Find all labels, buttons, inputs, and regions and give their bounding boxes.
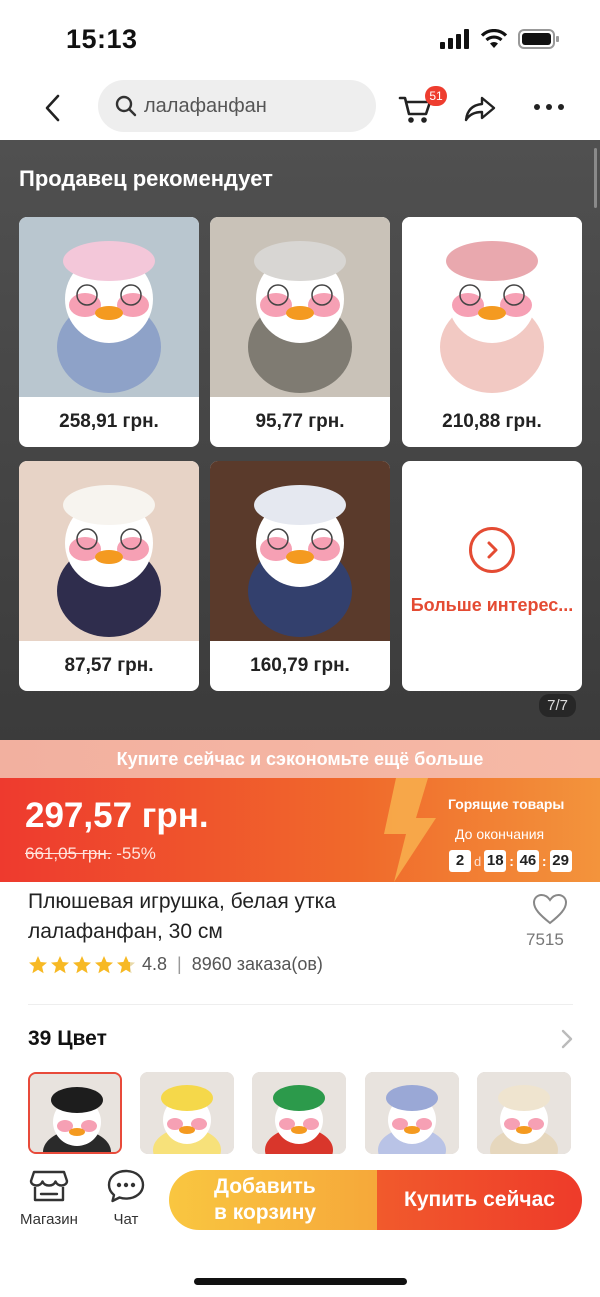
add-to-cart-label-line1: Добавить: [214, 1175, 316, 1198]
star-half-icon: [117, 955, 135, 973]
old-price: 661,05 грн.: [25, 844, 112, 863]
color-swatch-black[interactable]: [28, 1072, 122, 1154]
signal-icon: [440, 29, 469, 49]
color-swatch-christmas[interactable]: [252, 1072, 346, 1154]
color-section-expand[interactable]: [558, 1028, 576, 1055]
search-icon: [115, 95, 137, 117]
buy-now-button[interactable]: Купить сейчас: [377, 1170, 582, 1230]
star-icon: [95, 955, 113, 973]
chat-icon: [107, 1169, 145, 1203]
product-thumbnail: [19, 461, 199, 641]
search-query: лалафанфан: [144, 94, 267, 117]
product-price: 258,91 грн.: [59, 411, 159, 432]
product-price: 210,88 грн.: [442, 411, 542, 432]
chat-button[interactable]: Чат: [106, 1168, 146, 1228]
add-to-cart-label-line2: в корзину: [214, 1201, 317, 1224]
product-thumbnail: [19, 217, 199, 397]
more-horizontal-icon: [534, 104, 564, 110]
ends-in-label: До окончания: [455, 826, 545, 842]
product-price: 87,57 грн.: [64, 655, 154, 676]
star-icon: [51, 955, 69, 973]
product-card[interactable]: 160,79 грн.: [210, 461, 390, 691]
countdown-timer: 2 d 18 : 46 : 29: [449, 850, 572, 872]
cart-count-badge: 51: [425, 86, 447, 106]
product-card[interactable]: 87,57 грн.: [19, 461, 199, 691]
favorites-count: 7515: [526, 930, 564, 949]
status-bar: 15:13: [0, 0, 600, 78]
product-card[interactable]: 210,88 грн.: [402, 217, 582, 447]
chevron-right-circle-icon: [469, 526, 515, 573]
lightning-icon: [384, 778, 436, 882]
back-button[interactable]: [36, 90, 72, 126]
product-title: Плюшевая игрушка, белая утка лалафанфан,…: [28, 890, 336, 943]
status-icons: [440, 28, 560, 50]
store-label: Магазин: [20, 1211, 78, 1228]
countdown-minutes: 46: [516, 850, 539, 872]
price-banner: 297,57 грн. 661,05 грн. -55% Горящие тов…: [0, 778, 600, 882]
countdown-seconds: 29: [549, 850, 572, 872]
rating-separator: |: [177, 954, 182, 974]
search-input[interactable]: лалафанфан: [98, 80, 376, 132]
add-to-cart-button[interactable]: Добавить в корзину: [169, 1170, 377, 1230]
color-swatch-blue[interactable]: [365, 1072, 459, 1154]
hot-deals-label: Горящие товары: [448, 796, 565, 812]
countdown-day-unit: d: [474, 853, 482, 869]
recommendations-title: Продавец рекомендует: [19, 166, 273, 191]
product-price: 95,77 грн.: [255, 411, 345, 432]
promo-strip: Купите сейчас и сэкономьте ещё больше: [0, 740, 600, 778]
product-thumbnail: [402, 217, 582, 397]
store-icon: [29, 1170, 69, 1202]
rating-stars: [28, 955, 136, 975]
more-interesting-label: Больше интерес...: [410, 594, 574, 615]
status-time: 15:13: [66, 24, 138, 54]
product-price: 160,79 грн.: [250, 655, 350, 676]
old-price-row: 661,05 грн. -55%: [25, 844, 156, 864]
color-section-title[interactable]: 39 Цвет: [28, 1027, 107, 1051]
product-thumbnail: [210, 461, 390, 641]
discount-percent: -55%: [116, 844, 156, 863]
share-icon: [464, 96, 496, 122]
product-card[interactable]: 258,91 грн.: [19, 217, 199, 447]
star-icon: [29, 955, 47, 973]
buy-now-label: Купить сейчас: [404, 1188, 555, 1211]
seller-recommendations: Продавец рекомендует 258,91 грн. 95,77 гр…: [0, 140, 600, 740]
countdown-separator: :: [509, 853, 514, 869]
bottom-action-bar: Магазин Чат Добавить в корзину Купить се…: [0, 1154, 600, 1297]
chat-label: Чат: [113, 1211, 139, 1228]
promo-text: Купите сейчас и сэкономьте ещё больше: [116, 748, 484, 769]
rating-value: 4.8: [142, 954, 168, 974]
countdown-days: 2: [449, 850, 471, 872]
battery-icon: [518, 29, 559, 49]
color-swatch-yellow[interactable]: [140, 1072, 234, 1154]
more-interesting-card[interactable]: Больше интерес...: [402, 461, 582, 691]
star-icon: [73, 955, 91, 973]
home-indicator: [194, 1278, 407, 1285]
share-button[interactable]: [462, 90, 498, 126]
search-header: лалафанфан 51: [0, 78, 600, 140]
chevron-left-icon: [45, 94, 60, 122]
divider: [28, 1004, 573, 1005]
heart-icon: [532, 893, 568, 925]
gallery-scroll-indicator: [594, 148, 597, 208]
more-options-button[interactable]: [532, 92, 566, 122]
rating-row[interactable]: 4.8 | 8960 заказа(ов): [28, 954, 323, 975]
countdown-hours: 18: [484, 850, 507, 872]
gallery-pager: 7/7: [539, 694, 576, 717]
product-thumbnail: [210, 217, 390, 397]
wifi-icon: [480, 29, 508, 48]
color-swatch-cream[interactable]: [477, 1072, 571, 1154]
orders-count: 8960 заказа(ов): [191, 954, 323, 974]
chevron-right-icon: [561, 1029, 573, 1049]
store-button[interactable]: Магазин: [20, 1168, 78, 1228]
current-price: 297,57 грн.: [25, 796, 209, 835]
product-card[interactable]: 95,77 грн.: [210, 217, 390, 447]
countdown-separator: :: [541, 853, 547, 869]
